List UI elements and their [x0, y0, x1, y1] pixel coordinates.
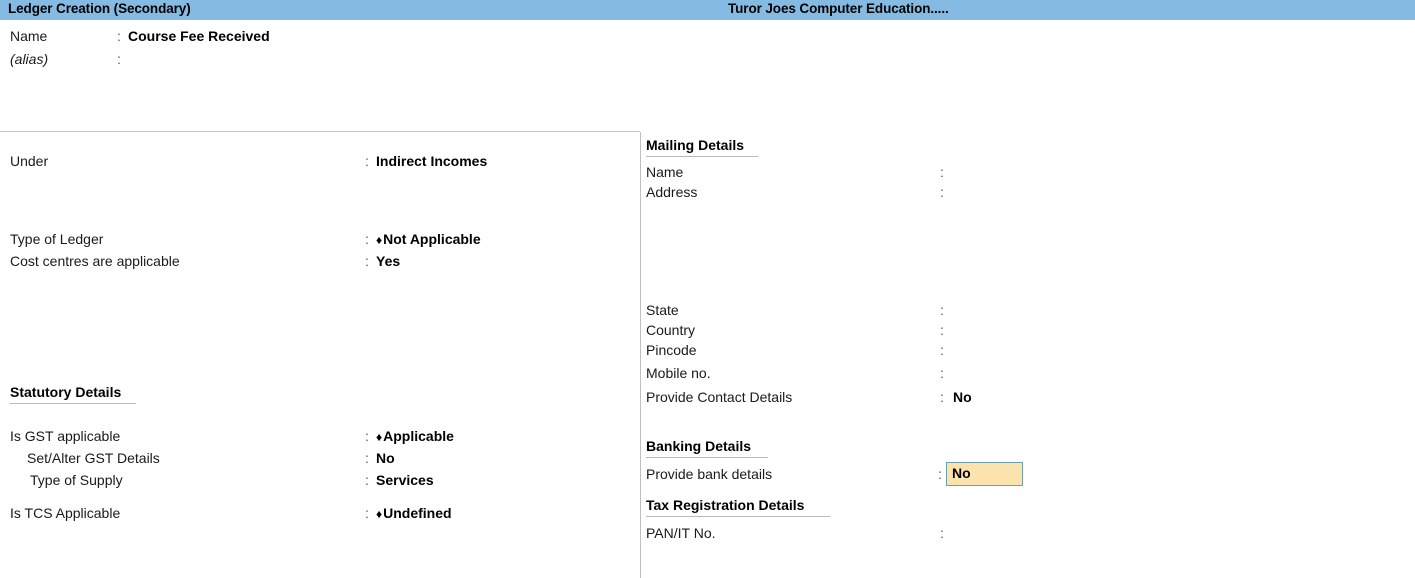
banking-details-heading: Banking Details	[646, 438, 768, 458]
field-type-of-ledger-value[interactable]: ♦Not Applicable	[376, 231, 481, 247]
field-type-of-supply-value[interactable]: Services	[376, 472, 434, 488]
company-name: Turor Joes Computer Education.....	[728, 1, 949, 16]
header-divider-rule	[0, 131, 640, 132]
ledger-name-colon: :	[117, 28, 121, 44]
screen-title: Ledger Creation (Secondary)	[8, 1, 191, 16]
field-under-label: Under	[10, 153, 49, 169]
field-set-alter-gst-details-label: Set/Alter GST Details	[27, 450, 160, 466]
banking-field-provide-bank-details-colon: :	[938, 466, 942, 482]
mailing-field-pincode-label: Pincode	[646, 342, 697, 358]
field-is-gst-applicable-value-text: Applicable	[383, 428, 454, 444]
mailing-field-mobile-no-label: Mobile no.	[646, 365, 711, 381]
field-set-alter-gst-details-value[interactable]: No	[376, 450, 395, 466]
mailing-field-pincode-colon: :	[940, 342, 944, 358]
ledger-name-label: Name	[10, 28, 48, 44]
mailing-field-address-label: Address	[646, 184, 698, 200]
field-is-gst-applicable-label: Is GST applicable	[10, 428, 121, 444]
ledger-alias-label: (alias)	[10, 51, 49, 67]
field-type-of-supply-colon: :	[365, 472, 369, 488]
provide-bank-details-input-value: No	[952, 465, 971, 481]
provide-bank-details-input[interactable]: No	[946, 462, 1023, 486]
panel-vertical-divider	[640, 132, 641, 578]
dropdown-diamond-icon: ♦	[376, 506, 383, 521]
field-is-gst-applicable-value[interactable]: ♦Applicable	[376, 428, 454, 444]
title-bar: Ledger Creation (Secondary) Turor Joes C…	[0, 0, 1415, 20]
ledger-alias-colon: :	[117, 51, 121, 67]
mailing-field-name-label: Name	[646, 164, 684, 180]
field-type-of-supply-label: Type of Supply	[30, 472, 123, 488]
statutory-details-heading: Statutory Details	[10, 384, 136, 404]
field-set-alter-gst-details-colon: :	[365, 450, 369, 466]
dropdown-diamond-icon: ♦	[376, 232, 383, 247]
field-cost-centres-value[interactable]: Yes	[376, 253, 400, 269]
field-is-tcs-applicable-label: Is TCS Applicable	[10, 505, 121, 521]
tax-field-pan-it-no-label: PAN/IT No.	[646, 525, 716, 541]
field-under-value[interactable]: Indirect Incomes	[376, 153, 487, 169]
field-is-tcs-applicable-value[interactable]: ♦Undefined	[376, 505, 452, 521]
mailing-field-country-label: Country	[646, 322, 696, 338]
field-type-of-ledger-label: Type of Ledger	[10, 231, 104, 247]
tax-registration-details-heading: Tax Registration Details	[646, 497, 830, 517]
mailing-field-provide-contact-details-label: Provide Contact Details	[646, 389, 793, 405]
field-type-of-ledger-value-text: Not Applicable	[383, 231, 481, 247]
field-cost-centres-colon: :	[365, 253, 369, 269]
banking-field-provide-bank-details-label: Provide bank details	[646, 466, 773, 482]
ledger-name-value[interactable]: Course Fee Received	[128, 28, 270, 44]
mailing-field-state-label: State	[646, 302, 679, 318]
mailing-field-provide-contact-details-colon: :	[940, 389, 944, 405]
mailing-field-provide-contact-details-value[interactable]: No	[953, 389, 972, 405]
mailing-field-address-colon: :	[940, 184, 944, 200]
mailing-field-name-colon: :	[940, 164, 944, 180]
tax-field-pan-it-no-colon: :	[940, 525, 944, 541]
mailing-field-country-colon: :	[940, 322, 944, 338]
field-type-of-ledger-colon: :	[365, 231, 369, 247]
field-is-tcs-applicable-value-text: Undefined	[383, 505, 452, 521]
field-is-gst-applicable-colon: :	[365, 428, 369, 444]
mailing-details-heading: Mailing Details	[646, 137, 758, 157]
field-is-tcs-applicable-colon: :	[365, 505, 369, 521]
mailing-field-mobile-no-colon: :	[940, 365, 944, 381]
mailing-field-state-colon: :	[940, 302, 944, 318]
dropdown-diamond-icon: ♦	[376, 429, 383, 444]
field-under-colon: :	[365, 153, 369, 169]
field-cost-centres-label: Cost centres are applicable	[10, 253, 180, 269]
